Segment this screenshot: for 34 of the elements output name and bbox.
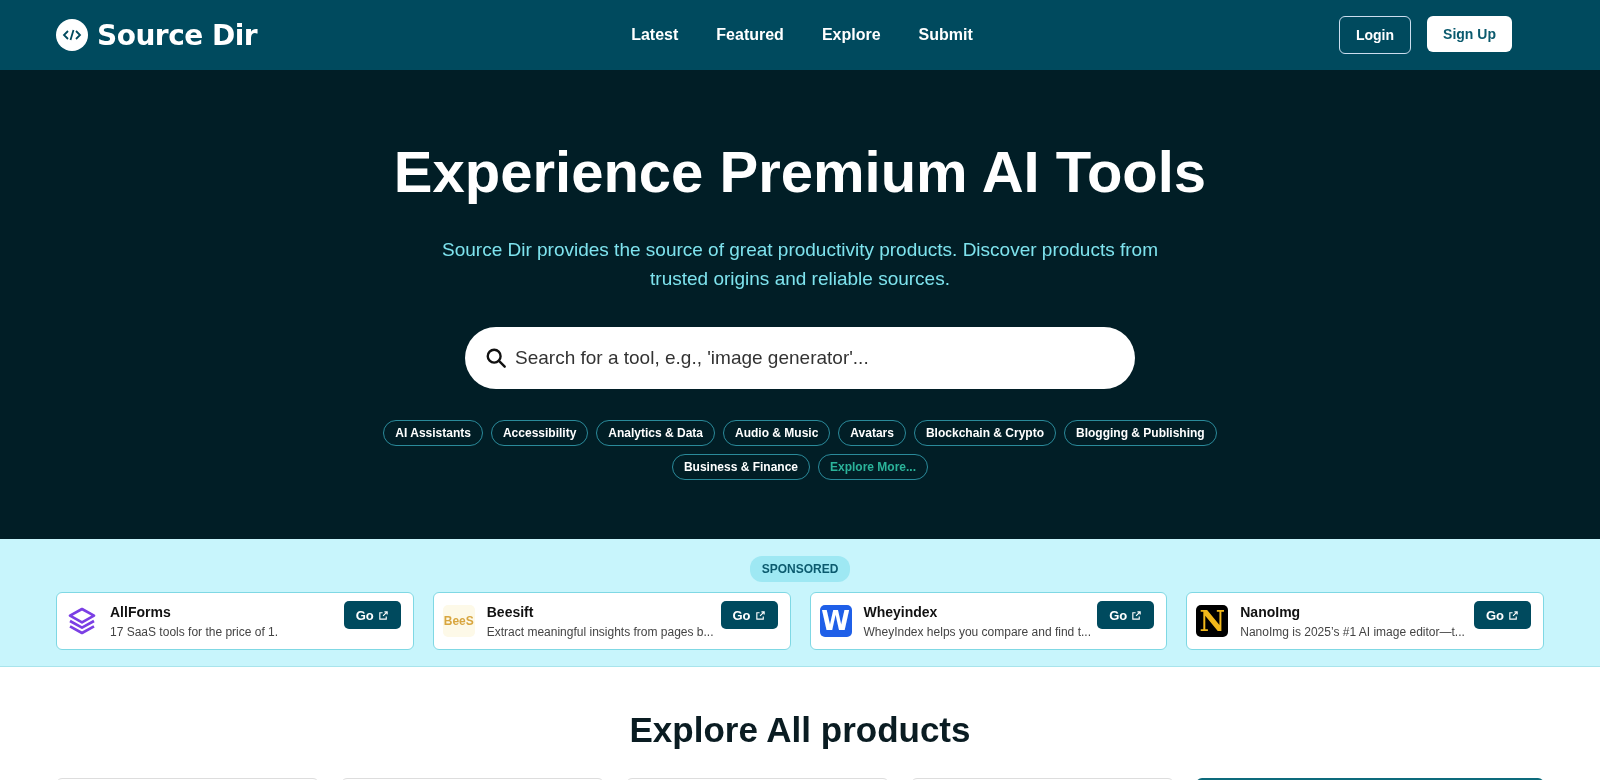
external-link-icon: [1508, 609, 1520, 621]
sponsored-label: SPONSORED: [749, 556, 851, 582]
nav-link[interactable]: Latest: [631, 26, 679, 44]
go-button[interactable]: Go: [1474, 601, 1531, 629]
nav-link[interactable]: Explore: [821, 26, 881, 44]
product-name: NanoImg: [1240, 603, 1301, 620]
logo: W: [819, 605, 852, 637]
layers-icon: [66, 605, 98, 637]
go-button[interactable]: Go: [1097, 601, 1155, 629]
code-icon: [56, 19, 88, 51]
external-link-icon: [754, 609, 766, 621]
product-name: Beesift: [486, 603, 534, 620]
product-name: Wheyindex: [863, 603, 938, 620]
product-name: AllForms: [110, 603, 171, 620]
search-field[interactable]: Search for a tool, e.g., 'image generator'...: [465, 327, 1135, 389]
nav-link[interactable]: Featured: [716, 26, 784, 44]
product-description: WheyIndex helps you compare and find t...: [863, 624, 1091, 639]
brand-name[interactable]: Source Dir: [97, 18, 258, 52]
external-link-icon: [1131, 609, 1143, 621]
go-button[interactable]: Go: [720, 601, 778, 629]
search-icon: [485, 347, 507, 369]
logo: BeeS: [442, 605, 475, 637]
signup-button[interactable]: Sign Up: [1427, 16, 1512, 52]
product-description: Extract meaningful insights from pages b...: [486, 624, 714, 639]
product-description: NanoImg is 2025’s #1 AI image editor—t...: [1240, 624, 1465, 639]
login-button[interactable]: Login: [1339, 16, 1411, 54]
hero-subtitle: Source Dir provides the source of great productivity products. Discover products from trusted origins and reliable sources.: [441, 238, 1159, 291]
go-button[interactable]: Go: [343, 601, 401, 629]
section-title: Explore All products: [629, 710, 971, 750]
logo: N: [1196, 605, 1229, 637]
product-description: 17 SaaS tools for the price of 1.: [110, 624, 279, 639]
external-link-icon: [377, 609, 389, 621]
hero-title: Experience Premium AI Tools: [393, 138, 1207, 205]
nav-link[interactable]: Submit: [918, 26, 973, 44]
